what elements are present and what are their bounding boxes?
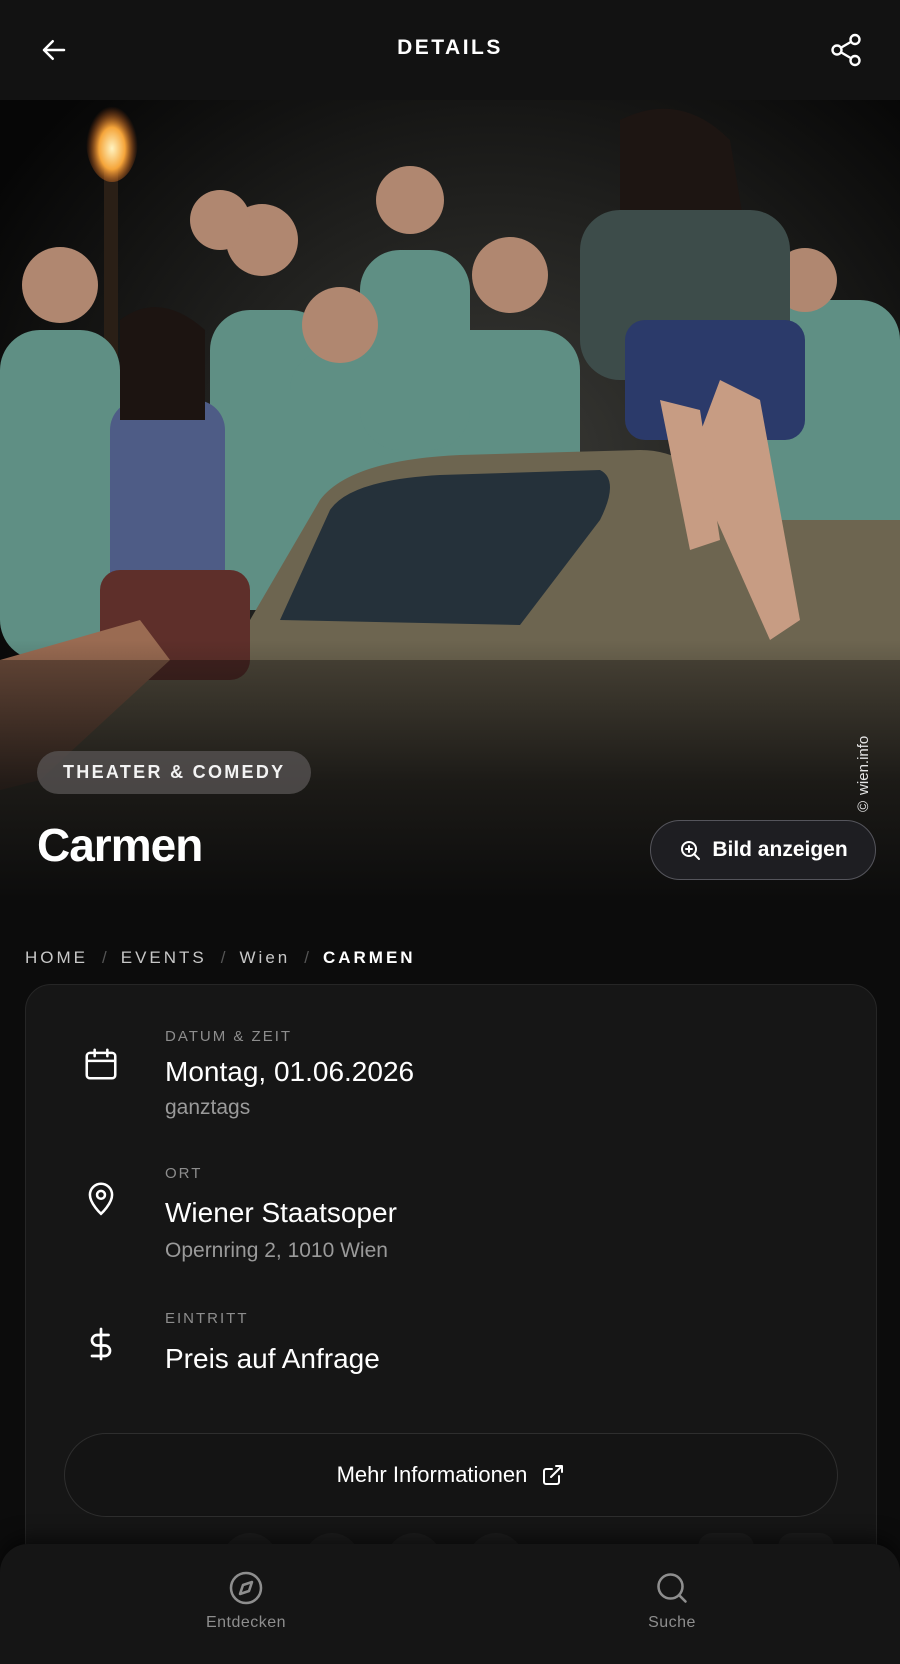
location-address: Opernring 2, 1010 Wien: [165, 1239, 388, 1262]
location-label: ORT: [165, 1165, 203, 1182]
bottom-navigation: Entdecken Suche: [0, 1544, 900, 1664]
external-link-icon: [543, 1465, 564, 1485]
date-value: Montag, 01.06.2026: [165, 1056, 415, 1087]
breadcrumb-separator: /: [102, 948, 107, 967]
nav-item-search[interactable]: Suche: [592, 1570, 752, 1632]
date-label: DATUM & ZEIT: [165, 1028, 293, 1045]
event-title: Carmen: [37, 819, 203, 871]
calendar-icon: [78, 1041, 124, 1087]
breadcrumb-separator: /: [304, 948, 309, 967]
breadcrumb-separator: /: [220, 948, 226, 967]
compass-icon: [229, 1571, 263, 1605]
photo-credit: © wien.info: [855, 735, 872, 812]
location-value[interactable]: Wiener Staatsoper: [165, 1197, 397, 1229]
nav-item-discover[interactable]: Entdecken: [166, 1570, 326, 1632]
more-info-button[interactable]: Mehr Informationen: [64, 1433, 838, 1517]
breadcrumb-events[interactable]: EVENTS: [121, 948, 207, 968]
copyright-icon: ©: [855, 800, 872, 812]
nav-label-discover: Entdecken: [205, 1614, 287, 1631]
breadcrumb-current: CARMEN: [322, 948, 416, 967]
page-title: DETAILS: [397, 36, 503, 59]
category-badge: THEATER & COMEDY: [37, 751, 312, 794]
nav-label-search: Suche: [648, 1614, 696, 1631]
breadcrumb-city[interactable]: Wien: [240, 948, 291, 968]
zoom-in-icon: [681, 841, 701, 860]
map-pin-icon: [78, 1175, 124, 1221]
admission-value: Preis auf Anfrage: [165, 1343, 380, 1374]
time-value: ganztags: [165, 1096, 251, 1119]
show-image-button[interactable]: Bild anzeigen: [650, 820, 876, 880]
search-icon: [657, 1573, 687, 1603]
top-app-bar: DETAILS: [0, 0, 900, 100]
share-icon: [831, 33, 861, 67]
breadcrumb: HOME / EVENTS / Wien / CARMEN: [25, 948, 416, 968]
share-button[interactable]: [822, 26, 870, 74]
breadcrumb-home[interactable]: HOME: [25, 948, 88, 968]
admission-label: EINTRITT: [165, 1310, 249, 1327]
dollar-icon: [78, 1321, 124, 1367]
